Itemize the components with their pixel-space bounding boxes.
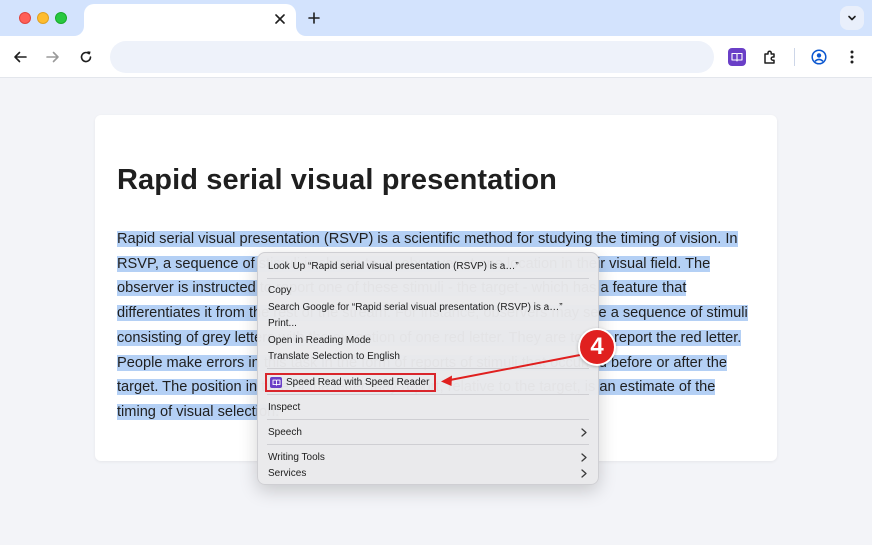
extensions-puzzle-icon: [764, 50, 775, 64]
browser-tab[interactable]: [84, 4, 296, 36]
menu-item-translate[interactable]: Translate Selection to English: [268, 349, 400, 364]
tab-close-icon[interactable]: [272, 11, 288, 27]
new-tab-button[interactable]: [304, 8, 324, 28]
close-window-button[interactable]: [19, 12, 31, 24]
tab-search-button[interactable]: [840, 6, 864, 30]
address-bar[interactable]: [110, 41, 714, 73]
menu-item-print[interactable]: Print...: [268, 316, 297, 331]
menu-separator: [267, 278, 589, 279]
article-heading: Rapid serial visual presentation: [117, 164, 557, 196]
menu-item-look-up[interactable]: Look Up “Rapid serial visual presentatio…: [268, 259, 519, 274]
forward-icon: [46, 51, 59, 63]
menu-item-speed-read[interactable]: Speed Read with Speed Reader: [265, 373, 436, 392]
browser-toolbar: [0, 36, 872, 78]
chevron-right-icon: [580, 450, 588, 465]
menu-item-speech[interactable]: Speech: [268, 425, 302, 440]
reload-button[interactable]: [74, 45, 98, 69]
more-vert-icon: [850, 50, 854, 64]
speed-reader-extension-button[interactable]: [728, 48, 746, 66]
menu-item-search-google[interactable]: Search Google for “Rapid serial visual p…: [268, 300, 563, 315]
toolbar-divider: [794, 48, 795, 66]
zoom-window-button[interactable]: [55, 12, 67, 24]
menu-item-services[interactable]: Services: [268, 466, 306, 481]
menu-item-copy[interactable]: Copy: [268, 283, 291, 298]
menu-separator: [267, 368, 589, 369]
menu-item-open-reading-mode[interactable]: Open in Reading Mode: [268, 333, 371, 348]
back-button[interactable]: [8, 45, 32, 69]
back-icon: [14, 51, 27, 63]
chevron-right-icon: [580, 466, 588, 481]
title-bar: [0, 0, 872, 36]
menu-item-writing-tools[interactable]: Writing Tools: [268, 450, 325, 465]
forward-button[interactable]: [41, 45, 65, 69]
step-badge: 4: [578, 328, 616, 366]
plus-icon: [308, 12, 320, 24]
profile-icon: [811, 49, 827, 65]
speed-reader-extension-icon: [731, 52, 743, 62]
menu-item-inspect[interactable]: Inspect: [268, 400, 300, 415]
menu-separator: [267, 419, 589, 420]
menu-separator: [267, 394, 589, 395]
menu-item-speed-read-label: Speed Read with Speed Reader: [286, 377, 430, 388]
profile-button[interactable]: [807, 45, 831, 69]
minimize-window-button[interactable]: [37, 12, 49, 24]
reload-icon: [80, 51, 92, 63]
menu-separator: [267, 444, 589, 445]
extensions-button[interactable]: [758, 45, 782, 69]
speed-reader-icon: [270, 377, 282, 388]
context-menu: Look Up “Rapid serial visual presentatio…: [257, 252, 599, 485]
chevron-right-icon: [580, 425, 588, 440]
chevron-down-icon: [848, 15, 856, 21]
menu-button[interactable]: [840, 45, 864, 69]
